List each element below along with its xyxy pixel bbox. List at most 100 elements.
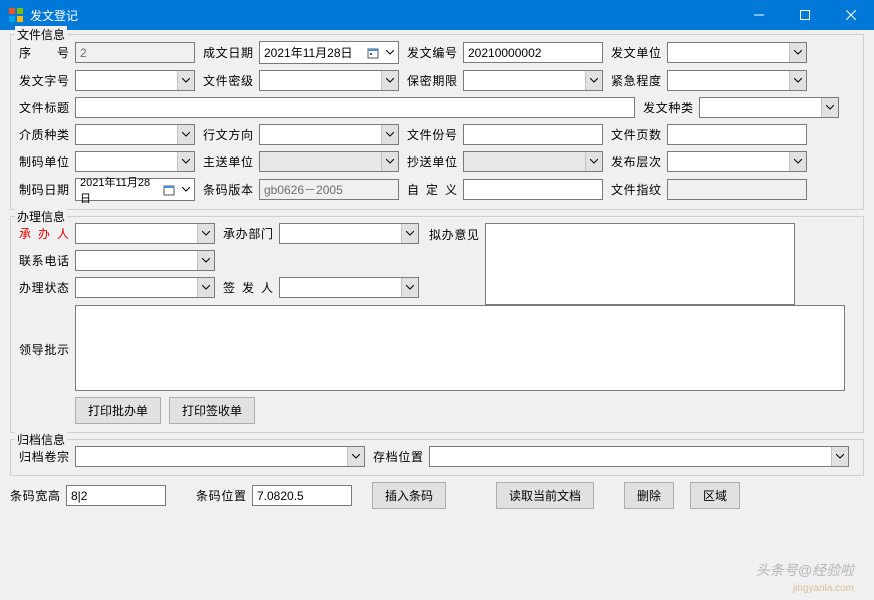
read-doc-button[interactable]: 读取当前文档 — [496, 482, 594, 509]
urgency-label: 紧急程度 — [611, 72, 667, 89]
mainsend-combo[interactable] — [259, 151, 399, 172]
print-batch-button[interactable]: 打印批办单 — [75, 397, 161, 424]
window-title: 发文登记 — [30, 7, 736, 24]
makeunit-combo[interactable] — [75, 151, 195, 172]
barwh-label: 条码宽高 — [10, 487, 66, 504]
mainsend-label: 主送单位 — [203, 153, 259, 170]
kind-combo[interactable] — [699, 97, 839, 118]
volume-combo[interactable] — [75, 446, 365, 467]
phone-label: 联系电话 — [19, 252, 75, 269]
chevron-down-icon[interactable] — [381, 71, 398, 90]
chevron-down-icon[interactable] — [821, 98, 838, 117]
chevron-down-icon[interactable] — [197, 224, 214, 243]
window-controls — [736, 0, 874, 30]
copies-input[interactable] — [463, 124, 603, 145]
chevron-down-icon[interactable] — [381, 152, 398, 171]
chevron-down-icon[interactable] — [789, 43, 806, 62]
chevron-down-icon[interactable] — [347, 447, 364, 466]
compose-date-picker[interactable]: 2021年11月28日 — [259, 41, 399, 64]
publevel-label: 发布层次 — [611, 153, 667, 170]
word-combo[interactable] — [75, 70, 195, 91]
leader-label: 领导批示 — [19, 305, 75, 358]
unit-label: 发文单位 — [611, 44, 667, 61]
secret-combo[interactable] — [259, 70, 399, 91]
status-combo[interactable] — [75, 277, 215, 298]
file-info-group: 文件信息 序 号 成文日期 2021年11月28日 发文编号 发文单位 发文字号… — [10, 34, 864, 210]
copies-label: 文件份号 — [407, 126, 463, 143]
chevron-down-icon[interactable] — [383, 50, 396, 55]
region-button[interactable]: 区域 — [690, 482, 740, 509]
app-icon — [8, 7, 24, 23]
compose-date-label: 成文日期 — [203, 44, 259, 61]
insert-barcode-button[interactable]: 插入条码 — [372, 482, 446, 509]
handle-info-group: 办理信息 承 办 人 承办部门 联系电话 办理状态 签 发 人 — [10, 216, 864, 433]
person-combo[interactable] — [75, 223, 215, 244]
chevron-down-icon[interactable] — [197, 251, 214, 270]
archive-info-legend: 归档信息 — [15, 431, 67, 448]
copysend-combo[interactable] — [463, 151, 603, 172]
makedate-label: 制码日期 — [19, 181, 75, 198]
direction-label: 行文方向 — [203, 126, 259, 143]
close-button[interactable] — [828, 0, 874, 30]
copysend-label: 抄送单位 — [407, 153, 463, 170]
publevel-combo[interactable] — [667, 151, 807, 172]
docno-input[interactable] — [463, 42, 603, 63]
pages-input[interactable] — [667, 124, 807, 145]
barpos-input[interactable] — [252, 485, 352, 506]
status-label: 办理状态 — [19, 279, 75, 296]
period-combo[interactable] — [463, 70, 603, 91]
direction-combo[interactable] — [259, 124, 399, 145]
seq-input — [75, 42, 195, 63]
chevron-down-icon[interactable] — [789, 71, 806, 90]
location-label: 存档位置 — [373, 448, 429, 465]
chevron-down-icon[interactable] — [585, 71, 602, 90]
leader-textarea[interactable] — [75, 305, 845, 391]
location-combo[interactable] — [429, 446, 849, 467]
chevron-down-icon[interactable] — [585, 152, 602, 171]
signer-combo[interactable] — [279, 277, 419, 298]
seq-label: 序 号 — [19, 44, 75, 61]
chevron-down-icon[interactable] — [381, 125, 398, 144]
print-sign-button[interactable]: 打印签收单 — [169, 397, 255, 424]
archive-info-group: 归档信息 归档卷宗 存档位置 — [10, 439, 864, 476]
chevron-down-icon[interactable] — [197, 278, 214, 297]
media-label: 介质种类 — [19, 126, 75, 143]
fingerprint-label: 文件指纹 — [611, 181, 667, 198]
chevron-down-icon[interactable] — [177, 125, 194, 144]
barver-label: 条码版本 — [203, 181, 259, 198]
delete-button[interactable]: 删除 — [624, 482, 674, 509]
chevron-down-icon[interactable] — [401, 224, 418, 243]
phone-combo[interactable] — [75, 250, 215, 271]
watermark-sub: jingyanla.com — [793, 583, 854, 594]
chevron-down-icon[interactable] — [401, 278, 418, 297]
file-info-legend: 文件信息 — [15, 26, 67, 43]
chevron-down-icon[interactable] — [179, 187, 192, 192]
chevron-down-icon[interactable] — [789, 152, 806, 171]
barwh-input[interactable] — [66, 485, 166, 506]
minimize-button[interactable] — [736, 0, 782, 30]
maximize-button[interactable] — [782, 0, 828, 30]
urgency-combo[interactable] — [667, 70, 807, 91]
makeunit-label: 制码单位 — [19, 153, 75, 170]
fingerprint-input — [667, 179, 807, 200]
custom-input[interactable] — [463, 179, 603, 200]
pages-label: 文件页数 — [611, 126, 667, 143]
chevron-down-icon[interactable] — [177, 152, 194, 171]
title-label: 文件标题 — [19, 99, 75, 116]
calendar-icon — [365, 45, 381, 61]
chevron-down-icon[interactable] — [831, 447, 848, 466]
unit-combo[interactable] — [667, 42, 807, 63]
barpos-label: 条码位置 — [196, 487, 252, 504]
opinion-textarea[interactable] — [485, 223, 795, 305]
watermark-text: 头条号@经验啦 — [756, 560, 854, 580]
title-input[interactable] — [75, 97, 635, 118]
person-label: 承 办 人 — [19, 225, 75, 242]
calendar-icon — [161, 182, 177, 198]
handle-info-legend: 办理信息 — [15, 208, 67, 225]
titlebar: 发文登记 — [0, 0, 874, 30]
chevron-down-icon[interactable] — [177, 71, 194, 90]
dept-combo[interactable] — [279, 223, 419, 244]
media-combo[interactable] — [75, 124, 195, 145]
makedate-picker[interactable]: 2021年11月28日 — [75, 178, 195, 201]
opinion-label: 拟办意见 — [429, 223, 485, 305]
